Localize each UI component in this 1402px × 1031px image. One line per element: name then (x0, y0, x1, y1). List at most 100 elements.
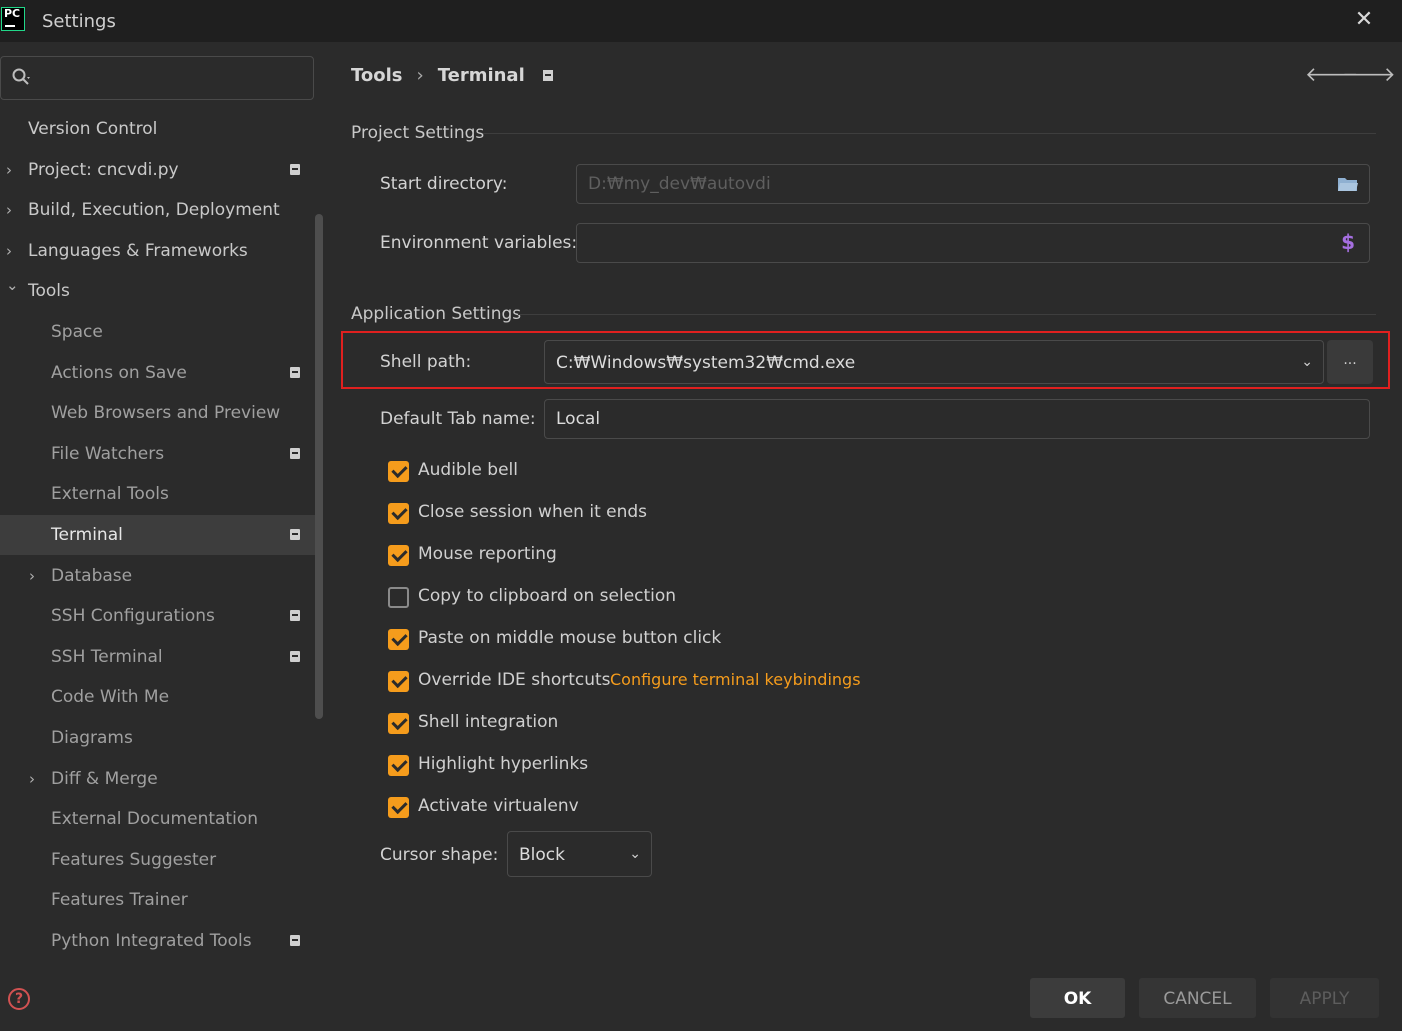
sidebar-item-label: Diagrams (51, 728, 133, 748)
project-level-icon (290, 935, 300, 946)
sidebar-item[interactable]: Features Suggester (0, 840, 314, 880)
sidebar-item[interactable]: Space (0, 312, 314, 352)
chevron-right-icon[interactable]: › (29, 556, 43, 596)
chevron-right-icon[interactable]: › (6, 150, 20, 190)
sidebar-item[interactable]: Python Integrated Tools (0, 921, 314, 961)
project-level-icon (290, 650, 300, 662)
sidebar-item[interactable]: Web Browsers and Preview (0, 393, 314, 433)
checkbox-label: Audible bell (418, 460, 518, 480)
default-tab-name-value: Local (556, 409, 601, 429)
help-icon[interactable]: ? (8, 988, 30, 1010)
project-level-icon (290, 366, 300, 378)
application-settings-title: Application Settings (351, 304, 522, 324)
settings-search[interactable] (0, 56, 314, 100)
checkbox-label: Shell integration (418, 712, 559, 732)
cancel-button[interactable]: CANCEL (1139, 978, 1256, 1018)
checkbox-checked[interactable] (388, 713, 409, 734)
project-level-icon (290, 610, 300, 622)
checkbox-label: Close session when it ends (418, 502, 648, 522)
search-icon (12, 68, 30, 85)
default-tab-name-label: Default Tab name: (380, 409, 536, 429)
sidebar-item[interactable]: Terminal (0, 515, 322, 555)
sidebar-item[interactable]: › Project: cncvdi.py (0, 150, 314, 190)
sidebar-item[interactable]: ⌄ Tools (0, 271, 314, 311)
shell-path-label: Shell path: (380, 352, 472, 372)
sidebar-item[interactable]: SSH Terminal (0, 637, 314, 677)
start-directory-label: Start directory: (380, 174, 508, 194)
sidebar-item[interactable]: Features Trainer (0, 880, 314, 920)
sidebar-item[interactable]: External Tools (0, 474, 314, 514)
checkbox-unchecked[interactable] (388, 587, 409, 608)
sidebar-item[interactable]: SSH Configurations (0, 596, 314, 636)
settings-window: PC Settings ✕ Version Control › Project: c… (0, 0, 1402, 1031)
sidebar-item[interactable]: Code With Me (0, 677, 314, 717)
shell-path-value: C:₩Windows₩system32₩cmd.exe (556, 353, 856, 373)
project-settings-title: Project Settings (351, 123, 485, 143)
breadcrumb-current: Terminal (437, 64, 525, 86)
checkbox-label: Activate virtualenv (418, 796, 579, 816)
sidebar-item-label: Code With Me (51, 687, 170, 708)
checkbox-label: Highlight hyperlinks (418, 754, 589, 774)
sidebar-item-label: Features Suggester (51, 849, 217, 870)
sidebar-item-label: External Documentation (51, 809, 258, 830)
breadcrumb: Tools › Terminal (351, 64, 553, 90)
sidebar-item[interactable]: › Database (0, 556, 314, 596)
close-icon[interactable]: ✕ (1350, 6, 1378, 34)
sidebar-item-label: Tools (28, 281, 70, 302)
sidebar-item-label: Space (51, 322, 103, 342)
sidebar-item-label: SSH Configurations (51, 606, 215, 627)
chevron-right-icon[interactable]: › (6, 190, 20, 230)
start-directory-value: D:₩my_dev₩autovdi (588, 174, 771, 194)
breadcrumb-parent[interactable]: Tools (351, 65, 403, 86)
browse-button[interactable]: ... (1327, 340, 1373, 384)
sidebar-item[interactable]: File Watchers (0, 434, 314, 474)
sidebar-item-label: Version Control (28, 119, 158, 139)
back-arrow-icon[interactable]: 🡐 (1305, 62, 1359, 86)
checkbox-checked[interactable] (388, 671, 409, 692)
folder-icon[interactable] (1337, 175, 1359, 193)
sidebar-item-label: File Watchers (51, 443, 165, 464)
project-level-icon (290, 163, 300, 175)
chevron-down-icon[interactable]: ⌄ (6, 265, 20, 305)
sidebar-item-label: Terminal (51, 525, 123, 545)
sidebar-item[interactable]: Diagrams (0, 718, 314, 758)
checkbox-label: Paste on middle mouse button click (418, 628, 722, 648)
sidebar-item-label: Features Trainer (51, 890, 188, 911)
checkbox-checked[interactable] (388, 629, 409, 650)
sidebar-item-label: Project: cncvdi.py (28, 159, 179, 180)
default-tab-name-field[interactable]: Local (544, 399, 1370, 439)
window-title: Settings (42, 11, 116, 32)
section-divider (518, 314, 1376, 315)
ok-button[interactable]: OK (1030, 978, 1125, 1018)
sidebar-item[interactable]: Actions on Save (0, 353, 314, 393)
chevron-right-icon[interactable]: › (29, 759, 43, 799)
forward-arrow-icon[interactable]: 🡒 (1342, 62, 1396, 86)
sidebar-item[interactable]: External Documentation (0, 799, 314, 839)
shell-path-dropdown[interactable]: C:₩Windows₩system32₩cmd.exe ⌄ (544, 340, 1324, 384)
checkbox-label: Override IDE shortcuts (418, 670, 611, 690)
sidebar-item-label: External Tools (51, 484, 169, 505)
start-directory-field[interactable]: D:₩my_dev₩autovdi (576, 164, 1370, 204)
sidebar-scrollbar[interactable] (315, 214, 323, 719)
search-input[interactable] (39, 65, 299, 91)
settings-sidebar: Version Control › Project: cncvdi.py › Build… (0, 42, 326, 982)
checkbox-checked[interactable] (388, 755, 409, 776)
sidebar-item[interactable]: › Diff & Merge (0, 759, 314, 799)
checkbox-checked[interactable] (388, 503, 409, 524)
environment-variables-field[interactable]: $ (576, 223, 1370, 263)
sidebar-item[interactable]: › Languages & Frameworks (0, 231, 314, 271)
chevron-down-icon: ⌄ (1301, 354, 1313, 370)
section-divider (483, 133, 1376, 134)
cursor-shape-dropdown[interactable]: Block ⌄ (507, 831, 652, 877)
cursor-shape-label: Cursor shape: (380, 845, 499, 865)
sidebar-item-label: Languages & Frameworks (28, 240, 248, 261)
sidebar-item[interactable]: Version Control (0, 109, 314, 149)
checkbox-checked[interactable] (388, 461, 409, 482)
dollar-icon[interactable]: $ (1341, 230, 1355, 254)
checkbox-checked[interactable] (388, 797, 409, 818)
checkbox-checked[interactable] (388, 545, 409, 566)
configure-keybindings-link[interactable]: Configure terminal keybindings (610, 670, 861, 689)
environment-variables-label: Environment variables: (380, 233, 578, 253)
sidebar-item[interactable]: › Build, Execution, Deployment (0, 190, 314, 230)
apply-button[interactable]: APPLY (1270, 978, 1379, 1018)
